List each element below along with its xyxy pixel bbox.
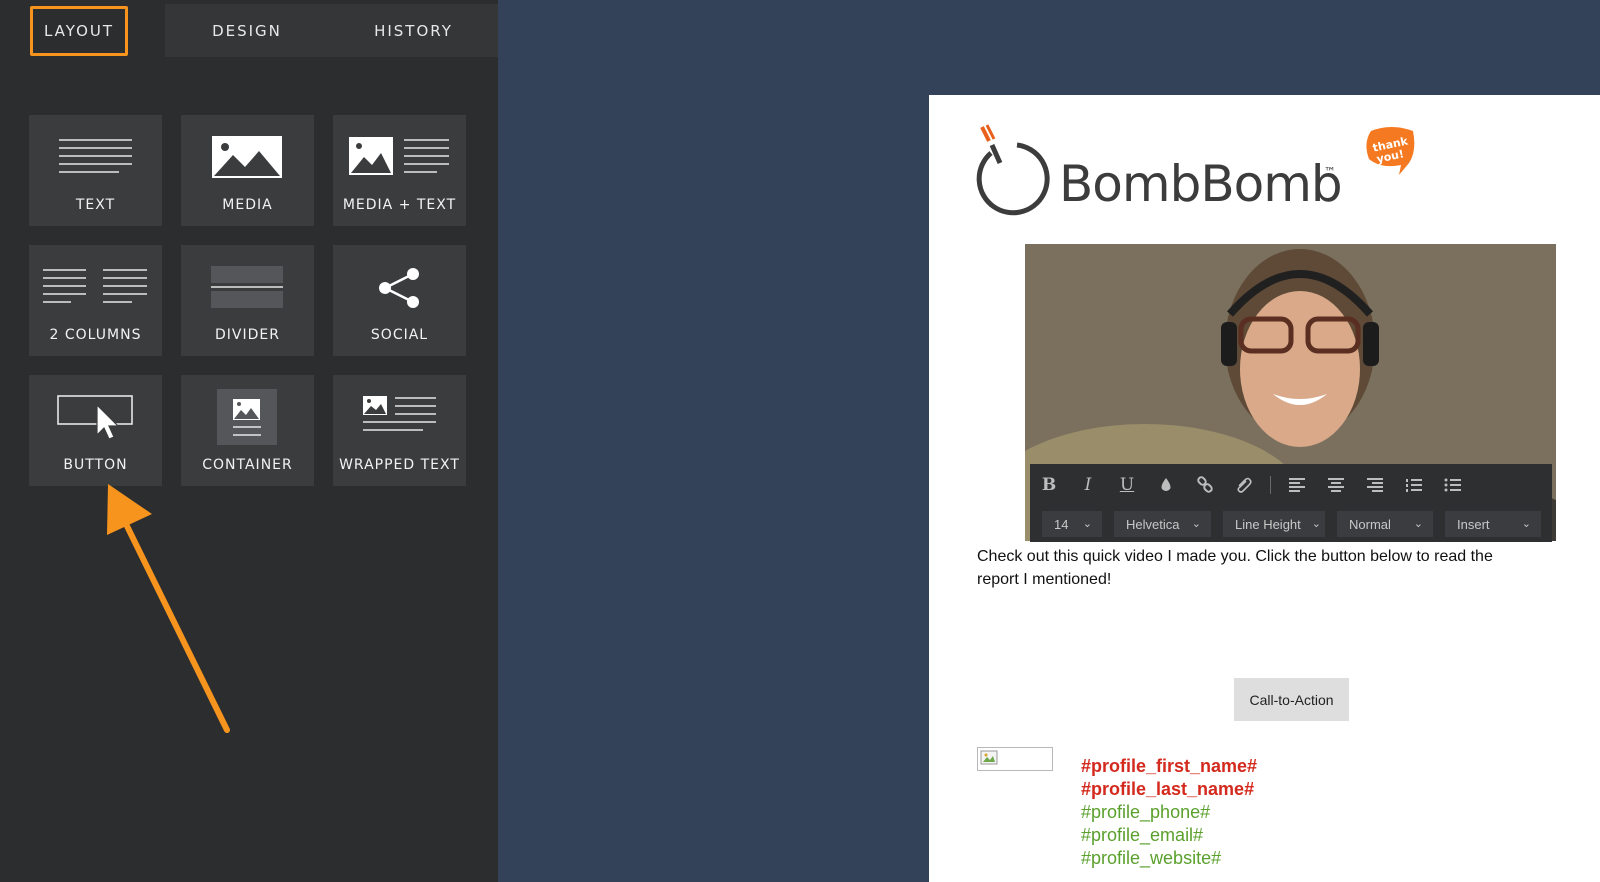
ordered-list-icon[interactable] <box>1401 472 1427 498</box>
line-height-select[interactable]: Line Height ⌄ <box>1223 511 1325 537</box>
insert-select[interactable]: Insert ⌄ <box>1445 511 1541 537</box>
call-to-action-button[interactable]: Call-to-Action <box>1234 678 1349 721</box>
chevron-down-icon: ⌄ <box>1521 518 1531 530</box>
orange-arrow-annotation <box>107 484 230 733</box>
font-family-value: Helvetica <box>1126 516 1180 532</box>
chevron-down-icon: ⌄ <box>1311 518 1321 530</box>
profile-phone: #profile_phone# <box>1081 802 1211 822</box>
broken-image-placeholder[interactable] <box>977 747 1053 771</box>
font-size-select[interactable]: 14 ⌄ <box>1042 511 1102 537</box>
broken-image-icon <box>980 750 998 765</box>
text-editor-toolbar: B I U 14 ⌄ Helvetica ⌄ Line Height ⌄ Nor… <box>1030 464 1552 542</box>
email-body-text[interactable]: Check out this quick video I made you. C… <box>977 545 1507 591</box>
layout-sidebar: LAYOUT DESIGN HISTORY TEXT MEDIA MEDIA +… <box>0 0 498 882</box>
unordered-list-icon[interactable] <box>1440 472 1466 498</box>
bombbomb-logo-icon <box>976 124 1050 216</box>
profile-signature: #profile_first_name# #profile_last_name#… <box>1081 755 1257 870</box>
chevron-down-icon: ⌄ <box>1413 518 1423 530</box>
italic-button[interactable]: I <box>1075 472 1101 498</box>
profile-website: #profile_website# <box>1081 848 1222 868</box>
text-color-icon[interactable] <box>1153 472 1179 498</box>
line-height-value: Line Height <box>1235 516 1301 532</box>
format-select[interactable]: Normal ⌄ <box>1337 511 1433 537</box>
chevron-down-icon: ⌄ <box>1082 518 1092 530</box>
profile-last-name: #profile_last_name# <box>1081 779 1255 799</box>
attachment-icon[interactable] <box>1231 472 1257 498</box>
align-center-icon[interactable] <box>1323 472 1349 498</box>
font-size-value: 14 <box>1054 516 1069 532</box>
thank-you-badge: thank you! <box>1366 127 1415 175</box>
align-right-icon[interactable] <box>1362 472 1388 498</box>
insert-value: Insert <box>1457 516 1490 532</box>
underline-button[interactable]: U <box>1114 472 1140 498</box>
profile-email: #profile_email# <box>1081 825 1204 845</box>
trademark: ™ <box>1324 165 1336 179</box>
font-family-select[interactable]: Helvetica ⌄ <box>1114 511 1211 537</box>
bombbomb-logo-text: BombBomb <box>1059 155 1343 213</box>
email-preview: BombBomb ™ thank you! B I U 14 ⌄ Helveti… <box>929 95 1600 882</box>
align-left-icon[interactable] <box>1284 472 1310 498</box>
profile-first-name: #profile_first_name# <box>1081 756 1258 776</box>
toolbar-separator <box>1270 476 1271 494</box>
bold-button[interactable]: B <box>1036 472 1062 498</box>
chevron-down-icon: ⌄ <box>1191 518 1201 530</box>
link-icon[interactable] <box>1192 472 1218 498</box>
format-value: Normal <box>1349 516 1391 532</box>
